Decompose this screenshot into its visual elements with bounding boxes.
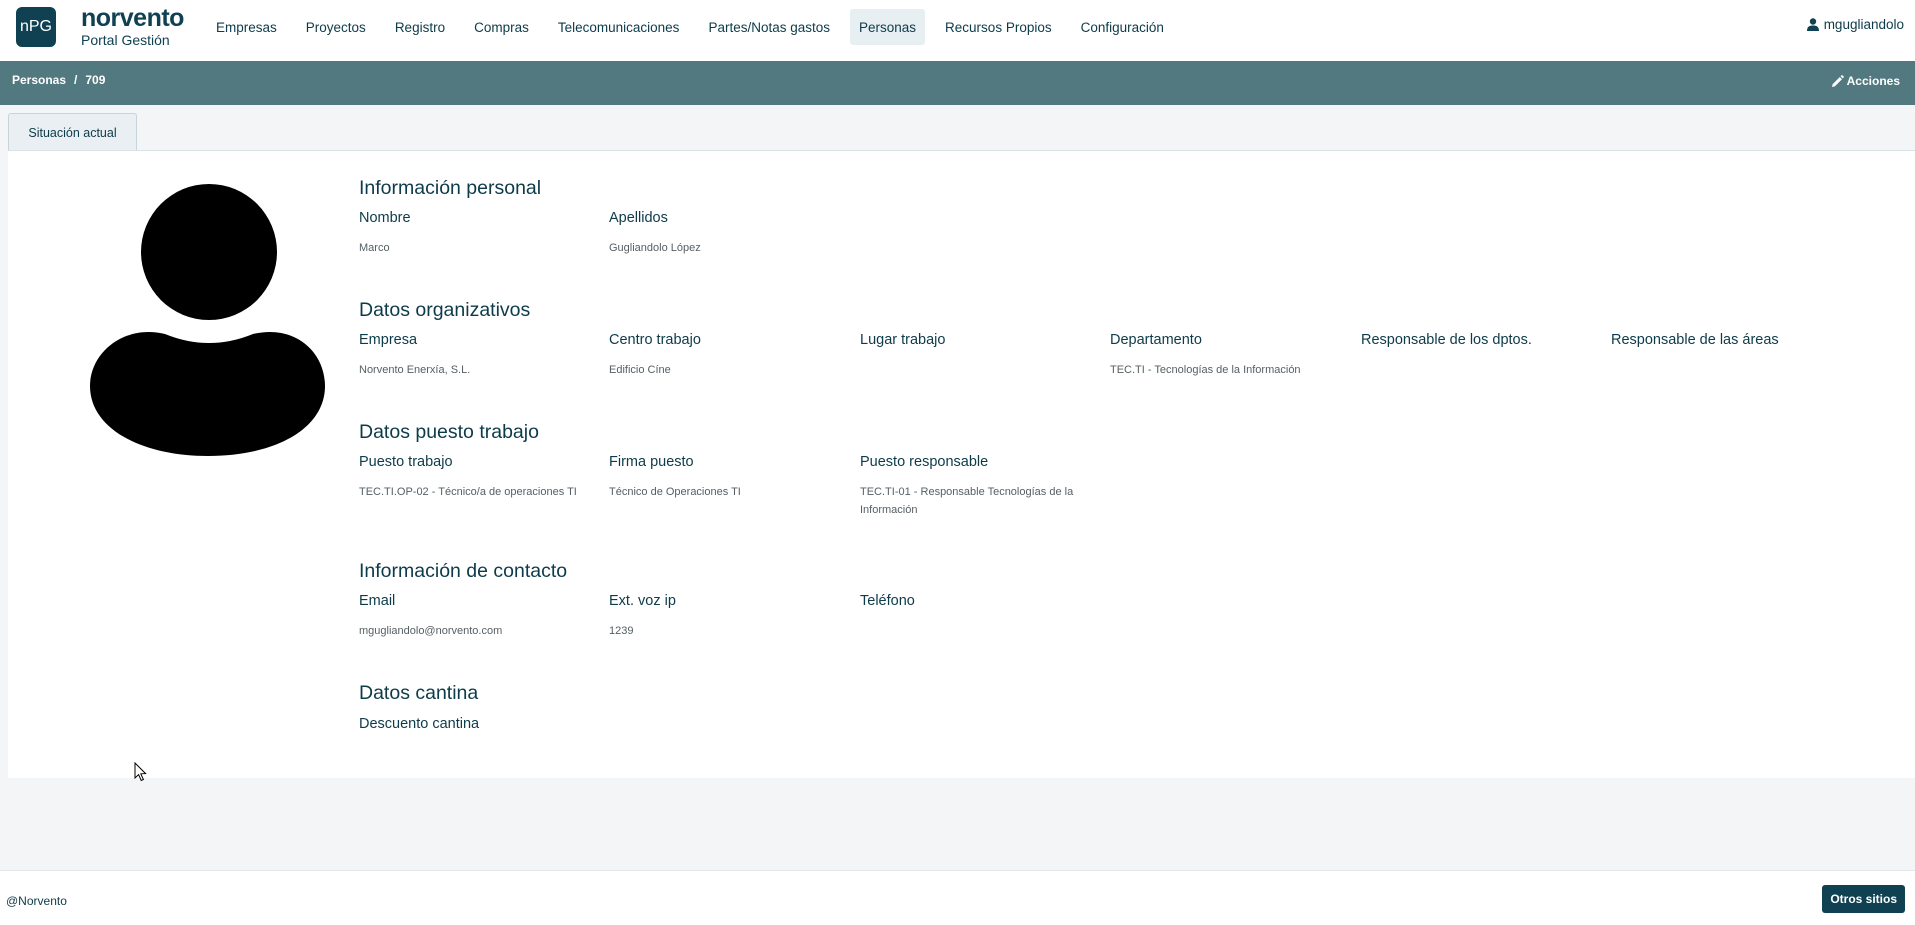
value-firma-puesto: Técnico de Operaciones TI xyxy=(609,486,741,498)
footer: @Norvento Otros sitios xyxy=(0,870,1915,925)
label-telefono: Teléfono xyxy=(860,593,915,609)
tab-situacion-actual[interactable]: Situación actual xyxy=(8,113,137,151)
breadcrumb-personas-link[interactable]: Personas xyxy=(12,73,66,87)
label-firma-puesto: Firma puesto xyxy=(609,454,694,470)
mouse-cursor-icon xyxy=(134,762,147,782)
label-nombre: Nombre xyxy=(359,210,411,226)
value-puesto-trabajo: TEC.TI.OP-02 - Técnico/a de operaciones … xyxy=(359,486,577,498)
section-title-datos-organizativos: Datos organizativos xyxy=(359,299,531,321)
label-responsable-areas: Responsable de las áreas xyxy=(1611,332,1779,348)
label-ext-voz-ip: Ext. voz ip xyxy=(609,593,676,609)
label-lugar-trabajo: Lugar trabajo xyxy=(860,332,946,348)
other-sites-button[interactable]: Otros sitios xyxy=(1822,885,1905,913)
nav-item-compras[interactable]: Compras xyxy=(465,9,538,45)
main-nav: Empresas Proyectos Registro Compras Tele… xyxy=(207,9,1184,45)
section-title-datos-puesto-trabajo: Datos puesto trabajo xyxy=(359,421,539,443)
user-menu[interactable]: mgugliandolo xyxy=(1806,17,1904,32)
value-apellidos: Gugliandolo López xyxy=(609,242,701,254)
brand-subtitle: Portal Gestión xyxy=(81,32,170,48)
nav-item-recursos-propios[interactable]: Recursos Propios xyxy=(936,9,1061,45)
breadcrumb-separator: / xyxy=(74,73,78,87)
value-departamento: TEC.TI - Tecnologías de la Información xyxy=(1110,364,1301,376)
value-nombre: Marco xyxy=(359,242,390,254)
user-icon xyxy=(1806,18,1819,31)
nav-item-empresas[interactable]: Empresas xyxy=(207,9,286,45)
label-puesto-responsable: Puesto responsable xyxy=(860,454,989,470)
brand[interactable]: norvento Portal Gestión xyxy=(81,4,184,48)
label-puesto-trabajo: Puesto trabajo xyxy=(359,454,453,470)
value-puesto-responsable: TEC.TI-01 - Responsable Tecnologías de l… xyxy=(860,486,1074,516)
label-centro-trabajo: Centro trabajo xyxy=(609,332,701,348)
label-empresa: Empresa xyxy=(359,332,418,348)
app-logo[interactable]: nPG xyxy=(16,7,56,47)
section-title-datos-cantina: Datos cantina xyxy=(359,682,479,704)
label-apellidos: Apellidos xyxy=(609,210,668,226)
user-name: mgugliandolo xyxy=(1823,17,1904,32)
label-descuento-cantina: Descuento cantina xyxy=(359,716,480,732)
copyright-text: @Norvento xyxy=(6,894,67,908)
top-navbar: nPG norvento Portal Gestión Empresas Pro… xyxy=(0,0,1915,61)
actions-button[interactable]: Acciones xyxy=(1831,74,1900,88)
value-ext-voz-ip: 1239 xyxy=(609,625,634,637)
nav-item-telecomunicaciones[interactable]: Telecomunicaciones xyxy=(549,9,689,45)
person-detail-card: Información personal Nombre Marco Apelli… xyxy=(8,150,1915,778)
nav-item-registro[interactable]: Registro xyxy=(386,9,454,45)
breadcrumb: Personas / 709 xyxy=(12,73,105,87)
breadcrumb-bar: Personas / 709 Acciones xyxy=(0,61,1915,105)
actions-label: Acciones xyxy=(1846,74,1900,88)
nav-item-personas[interactable]: Personas xyxy=(850,9,926,45)
pencil-icon xyxy=(1831,74,1844,87)
section-title-informacion-contacto: Información de contacto xyxy=(359,560,568,582)
brand-name: norvento xyxy=(81,4,184,32)
nav-item-proyectos[interactable]: Proyectos xyxy=(297,9,375,45)
value-empresa: Norvento Enerxía, S.L. xyxy=(359,364,471,376)
value-email: mgugliandolo@norvento.com xyxy=(359,625,503,637)
nav-item-configuracion[interactable]: Configuración xyxy=(1072,9,1173,45)
nav-item-partes-notas-gastos[interactable]: Partes/Notas gastos xyxy=(699,9,839,45)
avatar-placeholder-icon xyxy=(90,184,325,456)
label-departamento: Departamento xyxy=(1110,332,1202,348)
value-centro-trabajo: Edificio Cíne xyxy=(609,364,671,376)
label-email: Email xyxy=(359,593,396,609)
section-title-informacion-personal: Información personal xyxy=(359,177,542,199)
breadcrumb-current: 709 xyxy=(85,73,106,87)
label-responsable-dptos: Responsable de los dptos. xyxy=(1361,332,1532,348)
